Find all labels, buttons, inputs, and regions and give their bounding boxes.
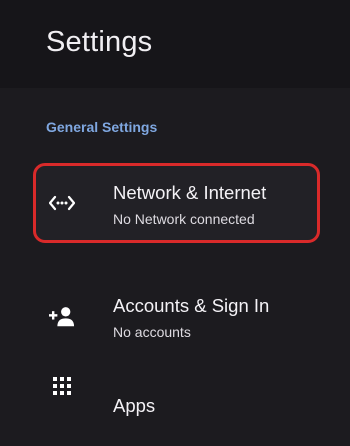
menu-item-accounts-sign-in[interactable]: Accounts & Sign In No accounts — [33, 276, 320, 356]
apps-grid-icon — [49, 374, 75, 398]
network-icon — [49, 191, 75, 215]
menu-item-label: Network & Internet — [113, 182, 267, 203]
header-bar: Settings — [0, 0, 350, 88]
menu-item-subtitle: No Network connected — [113, 211, 255, 227]
section-label-general-settings: General Settings — [46, 119, 158, 135]
menu-item-label: Accounts & Sign In — [113, 295, 270, 316]
menu-item-label: Apps — [113, 395, 156, 416]
menu-item-subtitle: No accounts — [113, 324, 191, 340]
add-account-icon — [49, 304, 75, 328]
menu-item-network-internet[interactable]: Network & Internet No Network connected — [33, 163, 320, 243]
menu-item-apps[interactable]: Apps — [33, 366, 320, 446]
page-title: Settings — [46, 26, 153, 58]
